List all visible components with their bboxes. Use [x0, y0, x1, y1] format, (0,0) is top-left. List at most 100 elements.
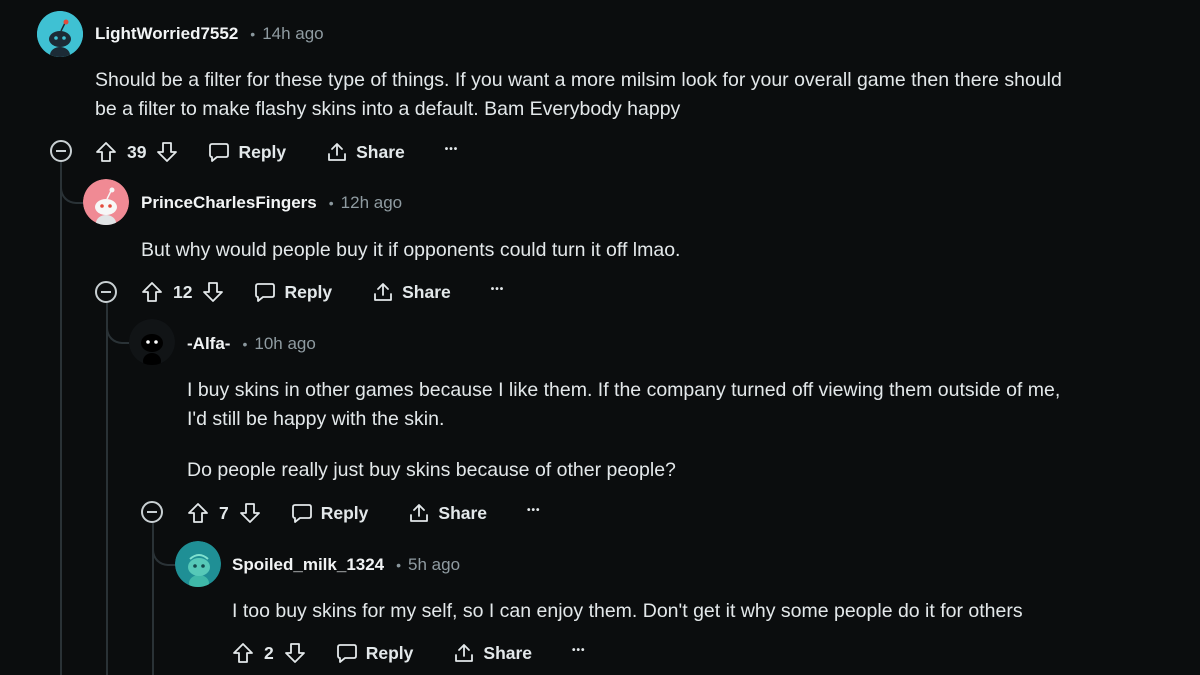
snoo-avatar-icon	[37, 11, 83, 57]
share-label: Share	[483, 642, 533, 663]
comment-thread: LightWorried7552 • 14h ago Should be a f…	[0, 0, 1200, 675]
downvote-arrow-icon	[203, 282, 224, 302]
speech-bubble-icon	[336, 644, 357, 663]
reply-label: Reply	[365, 642, 414, 663]
comment-line: I too buy skins for my self, so I can en…	[232, 600, 1023, 622]
avatar[interactable]	[83, 179, 129, 225]
share-icon	[374, 283, 393, 301]
vote-count: 39	[127, 141, 147, 162]
vote-group: 12	[141, 281, 224, 303]
comment-body: But why would people buy it if opponents…	[141, 236, 680, 265]
timestamp[interactable]: 5h ago	[408, 555, 460, 575]
reply-label: Reply	[238, 141, 287, 162]
meta-separator: •	[396, 557, 402, 573]
more-options-button[interactable]: •••	[527, 502, 541, 524]
downvote-button[interactable]	[284, 642, 306, 664]
downvote-arrow-icon	[284, 643, 305, 663]
username[interactable]: -Alfa-	[187, 334, 230, 354]
comment-paragraph: Do people really just buy skins because …	[187, 459, 676, 481]
reply-button[interactable]: Reply	[291, 502, 369, 524]
comment-body: I too buy skins for my self, so I can en…	[232, 597, 1023, 626]
timestamp[interactable]: 10h ago	[254, 334, 315, 354]
downvote-arrow-icon	[239, 503, 260, 523]
thread-branch-3	[152, 540, 176, 566]
speech-bubble-icon	[209, 143, 230, 162]
collapse-button[interactable]	[95, 281, 117, 303]
more-options-icon: •••	[572, 645, 586, 656]
avatar[interactable]	[175, 541, 221, 587]
comment-actions: 7 Reply Share •••	[187, 498, 541, 528]
comment-line: be a filter to make flashy skins into a …	[95, 98, 681, 120]
share-button[interactable]: Share	[408, 502, 487, 524]
share-label: Share	[356, 141, 405, 162]
timestamp[interactable]: 14h ago	[262, 24, 323, 44]
thread-branch-2	[106, 318, 130, 344]
upvote-button[interactable]	[232, 642, 254, 664]
share-button[interactable]: Share	[453, 642, 532, 664]
more-options-icon: •••	[527, 505, 541, 516]
comment-meta: Spoiled_milk_1324 • 5h ago	[232, 555, 460, 575]
collapse-button[interactable]	[50, 140, 72, 162]
vote-group: 7	[187, 502, 261, 524]
upvote-button[interactable]	[187, 502, 209, 524]
username[interactable]: PrinceCharlesFingers	[141, 193, 317, 213]
avatar[interactable]	[37, 11, 83, 57]
meta-separator: •	[250, 26, 256, 42]
upvote-arrow-icon	[233, 643, 253, 663]
more-options-button[interactable]: •••	[491, 281, 505, 303]
comment-line: I buy skins in other games because I lik…	[187, 379, 1061, 401]
downvote-button[interactable]	[156, 141, 178, 163]
collapse-button[interactable]	[141, 501, 163, 523]
share-label: Share	[402, 281, 451, 302]
downvote-button[interactable]	[239, 502, 261, 524]
comment-meta: -Alfa- • 10h ago	[187, 334, 316, 354]
more-options-button[interactable]: •••	[572, 642, 586, 664]
snoo-avatar-icon	[83, 179, 129, 225]
vote-count: 12	[173, 281, 193, 302]
reply-button[interactable]: Reply	[208, 141, 286, 163]
vote-group: 2	[232, 642, 306, 664]
thread-branch-1	[60, 178, 84, 204]
avatar[interactable]	[129, 319, 175, 365]
upvote-arrow-icon	[96, 142, 116, 162]
share-icon	[328, 143, 347, 161]
upvote-button[interactable]	[95, 141, 117, 163]
share-icon	[455, 644, 474, 662]
snoo-avatar-icon	[175, 541, 221, 587]
upvote-button[interactable]	[141, 281, 163, 303]
speech-bubble-icon	[255, 283, 276, 302]
comment-meta: PrinceCharlesFingers • 12h ago	[141, 193, 402, 213]
thread-line-2[interactable]	[106, 303, 108, 675]
more-options-icon: •••	[490, 284, 505, 295]
thread-line-1[interactable]	[60, 162, 62, 675]
share-button[interactable]: Share	[372, 281, 451, 303]
minus-icon	[56, 150, 66, 152]
comment-actions: 39 Reply Share •••	[95, 137, 458, 167]
share-icon	[410, 504, 429, 522]
reply-button[interactable]: Reply	[336, 642, 414, 664]
downvote-arrow-icon	[157, 142, 178, 162]
comment-line: I'd still be happy with the skin.	[187, 408, 445, 430]
vote-count: 2	[264, 642, 274, 663]
vote-group: 39	[95, 141, 178, 163]
more-options-button[interactable]: •••	[445, 141, 459, 163]
timestamp[interactable]: 12h ago	[341, 193, 402, 213]
comment-actions: 2 Reply Share •••	[232, 638, 586, 668]
speech-bubble-icon	[291, 504, 312, 523]
downvote-button[interactable]	[202, 281, 224, 303]
username[interactable]: LightWorried7552	[95, 24, 238, 44]
snoo-avatar-icon	[129, 319, 175, 365]
comment-actions: 12 Reply Share •••	[141, 277, 504, 307]
comment-line: But why would people buy it if opponents…	[141, 239, 681, 261]
meta-separator: •	[242, 336, 248, 352]
comment-body: Should be a filter for these type of thi…	[95, 66, 1062, 124]
reply-label: Reply	[284, 281, 333, 302]
upvote-arrow-icon	[142, 282, 162, 302]
share-button[interactable]: Share	[326, 141, 405, 163]
comment-line: Should be a filter for these type of thi…	[95, 69, 1062, 91]
reply-button[interactable]: Reply	[254, 281, 332, 303]
username[interactable]: Spoiled_milk_1324	[232, 555, 384, 575]
reply-label: Reply	[320, 502, 369, 523]
share-label: Share	[438, 502, 488, 523]
vote-count: 7	[219, 502, 229, 523]
